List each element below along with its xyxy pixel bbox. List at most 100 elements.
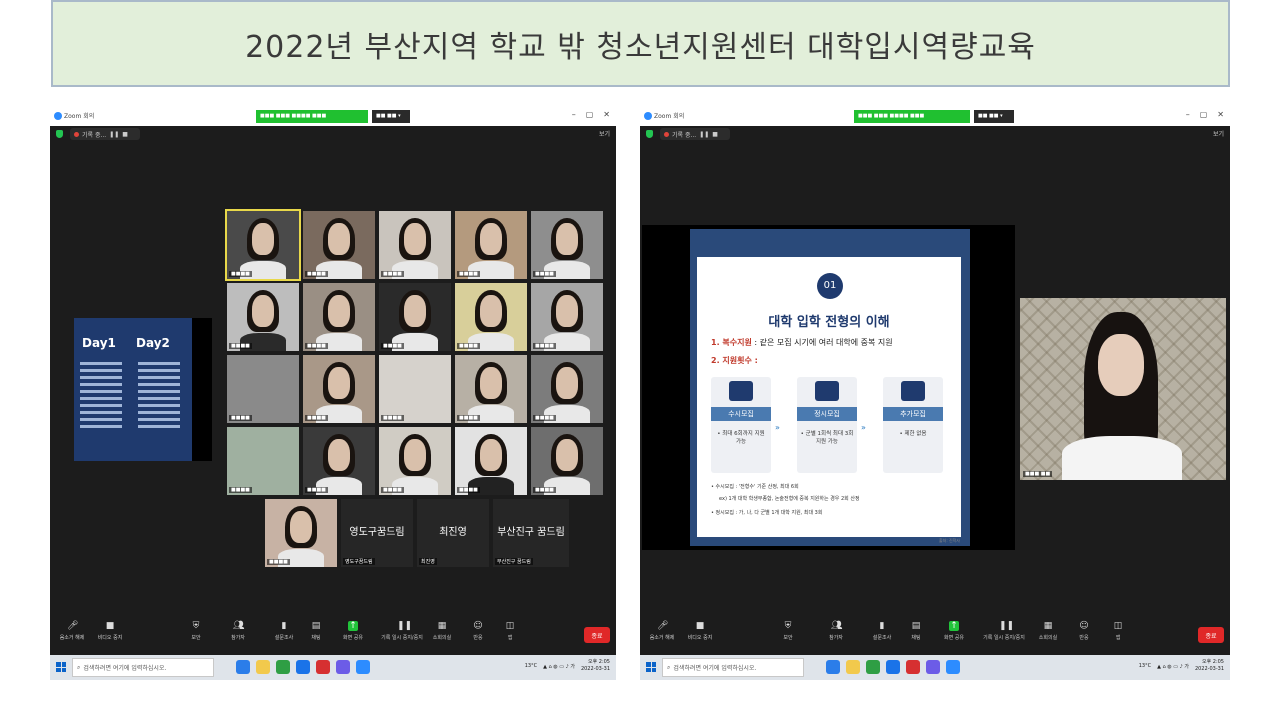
stop-icon[interactable]: ■: [712, 131, 718, 138]
speaker-video[interactable]: ■■■ ■■: [1020, 298, 1226, 480]
video-tile[interactable]: ■■■■: [455, 427, 527, 495]
participants-button[interactable]: 👥︎ 참가자: [218, 621, 258, 641]
taskbar-search-input[interactable]: ⌕ 검색하려면 여기에 입력하십시오.: [662, 658, 804, 677]
slide-title: 대학 입학 전형의 이해: [768, 315, 890, 330]
mail-icon[interactable]: [296, 660, 310, 674]
security-button[interactable]: ⛨ 보안: [768, 621, 808, 641]
video-tile[interactable]: ■■■■: [455, 283, 527, 351]
weather[interactable]: 13°C: [1139, 663, 1151, 669]
shared-screen: 01 대학 입학 전형의 이해 1. 복수지원 : 같은 모집 시기에 여러 대…: [642, 225, 1015, 550]
clock[interactable]: 오후 2:05 2022-03-31: [1195, 659, 1224, 673]
weather[interactable]: 13°C: [525, 663, 537, 669]
edge-icon[interactable]: [236, 660, 250, 674]
minimize-icon[interactable]: –: [572, 110, 576, 119]
security-button[interactable]: ⛨ 보안: [176, 621, 216, 641]
apps-button[interactable]: ◫ 앱: [490, 621, 530, 641]
video-tile[interactable]: ■■■■: [531, 283, 603, 351]
maximize-icon[interactable]: ▢: [586, 110, 594, 119]
meeting-toolbar: 🎤︎ 음소거 해제 ■ 비디오 중지 ⛨ 보안 👥︎ 참가자 ▮ 설문조사 ▤ 채팅 ↑ 화면…: [50, 613, 616, 655]
presentation-slide: 01 대학 입학 전형의 이해 1. 복수지원 : 같은 모집 시기에 여러 대…: [690, 229, 970, 546]
arrow-icon: »: [861, 423, 866, 432]
apps-icon: ◫: [505, 621, 515, 631]
video-button[interactable]: ■ 비디오 중지: [90, 621, 130, 641]
mic-off-icon: 🎤︎: [657, 621, 669, 631]
camera-icon: ■: [695, 621, 705, 631]
name-tile[interactable]: 부산진구 꿈드림 부산진구 꿈드림: [493, 499, 569, 567]
participants-button[interactable]: 👥︎ 참가자: [816, 621, 856, 641]
chat-button[interactable]: ▤ 채팅: [896, 621, 936, 641]
pause-icon[interactable]: ❚❚: [109, 131, 119, 138]
pause-icon[interactable]: ❚❚: [699, 131, 709, 138]
chrome-icon[interactable]: [336, 660, 350, 674]
zoom-taskbar-icon[interactable]: [356, 660, 370, 674]
folder-icon[interactable]: [256, 660, 270, 674]
close-icon[interactable]: ✕: [603, 110, 610, 119]
smile-icon: ☺: [473, 621, 483, 631]
breakout-rooms-button[interactable]: ▦ 소회의실: [422, 621, 462, 641]
stop-share-button[interactable]: ■■ ■■ ▾: [974, 110, 1014, 123]
windows-start-icon[interactable]: [646, 662, 656, 672]
mail-icon[interactable]: [886, 660, 900, 674]
recording-indicator[interactable]: 기록 중... ❚❚ ■: [70, 128, 140, 140]
close-icon[interactable]: ✕: [1217, 110, 1224, 119]
people-icon: 👥︎: [233, 621, 245, 631]
grid-icon: ▦: [437, 621, 447, 631]
shield-app-icon[interactable]: [906, 660, 920, 674]
video-tile[interactable]: ■■■■: [227, 355, 299, 423]
video-tile[interactable]: ■■■■: [455, 355, 527, 423]
video-tile[interactable]: ■■■■: [225, 209, 301, 281]
app-icon[interactable]: [866, 660, 880, 674]
video-tile[interactable]: ■■■■: [227, 427, 299, 495]
video-tile[interactable]: ■■■■: [227, 283, 299, 351]
unmute-button[interactable]: 🎤︎ 음소거 해제: [52, 621, 92, 641]
video-tile[interactable]: ■■■■: [379, 427, 451, 495]
video-tile[interactable]: ■■■■: [303, 283, 375, 351]
record-pause-button[interactable]: ❚❚ 기록 일시 중지/중지: [978, 621, 1030, 641]
unmute-button[interactable]: 🎤︎ 음소거 해제: [642, 621, 682, 641]
chat-button[interactable]: ▤ 채팅: [296, 621, 336, 641]
pause-stop-icon: ❚❚: [999, 621, 1015, 631]
edge-icon[interactable]: [826, 660, 840, 674]
name-tile[interactable]: 영도구꿈드림 영도구꿈드림: [341, 499, 413, 567]
tray-icons[interactable]: ▲ ⌂ ◍ ▭ ♪ 가: [543, 663, 575, 670]
end-meeting-button[interactable]: 종료: [1198, 627, 1224, 643]
video-tile[interactable]: ■■■■: [379, 355, 451, 423]
tray-icons[interactable]: ▲ ⌂ ◍ ▭ ♪ 가: [1157, 663, 1189, 670]
share-screen-button[interactable]: ↑ 화면 공유: [934, 621, 974, 641]
video-tile[interactable]: ■■■■: [379, 283, 451, 351]
video-tile[interactable]: ■■■■: [379, 211, 451, 279]
video-tile[interactable]: ■■■■: [265, 499, 337, 567]
windows-start-icon[interactable]: [56, 662, 66, 672]
record-pause-button[interactable]: ❚❚ 기록 일시 중지/중지: [376, 621, 428, 641]
maximize-icon[interactable]: ▢: [1200, 110, 1208, 119]
stop-share-button[interactable]: ■■ ■■ ▾: [372, 110, 410, 123]
apps-button[interactable]: ◫ 앱: [1098, 621, 1138, 641]
slide-footer: 출처: 진학사: [938, 538, 960, 543]
share-screen-button[interactable]: ↑ 화면 공유: [333, 621, 373, 641]
end-meeting-button[interactable]: 종료: [584, 627, 610, 643]
name-tile[interactable]: 최진영 최진영: [417, 499, 489, 567]
zoom-taskbar-icon[interactable]: [946, 660, 960, 674]
video-tile[interactable]: ■■■■: [531, 355, 603, 423]
stop-icon[interactable]: ■: [122, 131, 128, 138]
banner-title: 2022년 부산지역 학교 밖 청소년지원센터 대학입시역량교육: [245, 29, 1036, 65]
clock[interactable]: 오후 2:05 2022-03-31: [581, 659, 610, 673]
taskbar-search-input[interactable]: ⌕ 검색하려면 여기에 입력하십시오.: [72, 658, 214, 677]
video-tile[interactable]: ■■■■: [303, 355, 375, 423]
view-button[interactable]: 보기: [599, 129, 610, 138]
video-tile[interactable]: ■■■■: [531, 211, 603, 279]
video-tile[interactable]: ■■■■: [531, 427, 603, 495]
chrome-icon[interactable]: [926, 660, 940, 674]
shield-app-icon[interactable]: [316, 660, 330, 674]
video-button[interactable]: ■ 비디오 중지: [680, 621, 720, 641]
video-tile[interactable]: ■■■■: [455, 211, 527, 279]
minimize-icon[interactable]: –: [1186, 110, 1190, 119]
recording-indicator[interactable]: 기록 중... ❚❚ ■: [660, 128, 730, 140]
breakout-rooms-button[interactable]: ▦ 소회의실: [1028, 621, 1068, 641]
smile-icon: ☺: [1079, 621, 1089, 631]
video-tile[interactable]: ■■■■: [303, 427, 375, 495]
view-button[interactable]: 보기: [1213, 129, 1224, 138]
app-icon[interactable]: [276, 660, 290, 674]
folder-icon[interactable]: [846, 660, 860, 674]
video-tile[interactable]: ■■■■: [303, 211, 375, 279]
